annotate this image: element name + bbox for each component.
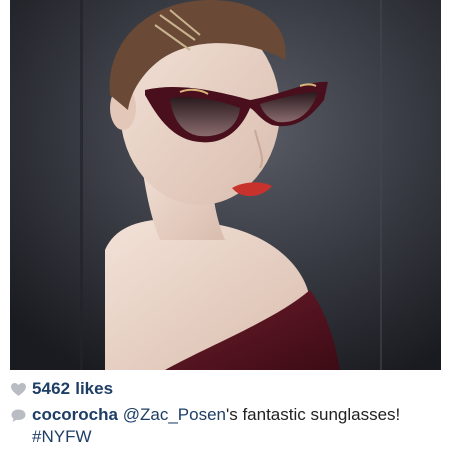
post-photo-illustration xyxy=(10,0,441,370)
caption-hashtag[interactable]: #NYFW xyxy=(32,427,92,446)
likes-label[interactable]: likes xyxy=(75,379,113,399)
caption-username[interactable]: cocorocha xyxy=(32,405,118,424)
instagram-post: 5462 likes cocorocha @Zac_Posen's fantas… xyxy=(0,0,451,451)
likes-count[interactable]: 5462 xyxy=(32,379,70,399)
heart-icon[interactable] xyxy=(10,381,27,398)
caption-row: cocorocha @Zac_Posen's fantastic sunglas… xyxy=(10,404,441,448)
post-photo[interactable] xyxy=(10,0,441,370)
caption-body: 's fantastic sunglasses! xyxy=(225,405,401,424)
comment-bubble-icon xyxy=(11,409,26,422)
caption-mention[interactable]: @Zac_Posen xyxy=(123,405,226,424)
caption-text: cocorocha @Zac_Posen's fantastic sunglas… xyxy=(32,404,427,448)
post-meta: 5462 likes cocorocha @Zac_Posen's fantas… xyxy=(10,376,441,448)
likes-row[interactable]: 5462 likes xyxy=(10,376,441,402)
